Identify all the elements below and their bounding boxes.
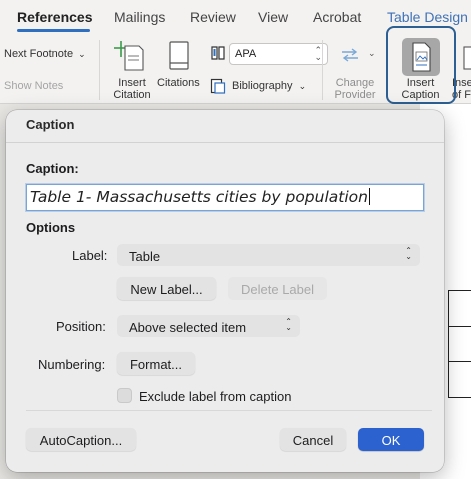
next-footnote-button[interactable]: Next Footnote ⌄ xyxy=(4,48,86,60)
title-divider xyxy=(6,142,444,143)
bibliography-label: Bibliography xyxy=(232,80,293,92)
next-footnote-label: Next Footnote xyxy=(4,48,74,60)
tab-acrobat[interactable]: Acrobat xyxy=(313,9,361,25)
bibliography-icon[interactable] xyxy=(210,78,226,94)
tab-view[interactable]: View xyxy=(258,9,288,25)
caption-input[interactable]: Table 1- Massachusetts cities by populat… xyxy=(26,184,424,211)
chevron-down-icon: ⌄ xyxy=(298,81,307,91)
insert-table-of-figures-icon[interactable] xyxy=(463,46,471,70)
table-border xyxy=(448,326,471,327)
position-select-value: Above selected item xyxy=(129,320,247,335)
citation-style-value: APA xyxy=(235,48,257,60)
cancel-button[interactable]: Cancel xyxy=(280,428,346,451)
ok-button[interactable]: OK xyxy=(358,428,424,451)
updown-chevron-icon: ⌃ ⌄ xyxy=(314,45,322,62)
manage-sources-icon[interactable] xyxy=(210,45,226,61)
insert-caption-highlight xyxy=(386,26,456,104)
insert-citation-icon[interactable] xyxy=(113,39,147,73)
label-select-value: Table xyxy=(129,249,161,264)
autocaption-button[interactable]: AutoCaption... xyxy=(26,428,136,451)
options-heading: Options xyxy=(26,220,76,235)
position-select[interactable]: Above selected item ⌃ ⌄ xyxy=(117,315,300,337)
text-caret xyxy=(368,188,370,205)
new-label-button[interactable]: New Label... xyxy=(117,277,216,300)
position-field-label: Position: xyxy=(56,319,106,334)
change-provider-label: Change Provider xyxy=(334,77,376,101)
show-notes-button[interactable]: Show Notes xyxy=(4,80,63,92)
format-button[interactable]: Format... xyxy=(117,352,195,375)
label-select[interactable]: Table ⌃ ⌄ xyxy=(117,244,420,266)
chevron-down-icon: ⌄ xyxy=(368,48,376,58)
citations-label: Citations xyxy=(157,77,200,89)
citations-icon[interactable] xyxy=(168,41,190,71)
caption-input-value: Table 1- Massachusetts cities by populat… xyxy=(30,188,368,206)
tab-mailings[interactable]: Mailings xyxy=(114,9,165,25)
dialog-title: Caption xyxy=(26,117,75,132)
footer-divider xyxy=(26,410,432,411)
caption-dialog: Caption Caption: Table 1- Massachusetts … xyxy=(6,110,444,472)
delete-label-button[interactable]: Delete Label xyxy=(228,277,327,300)
table-border xyxy=(448,290,449,398)
exclude-label-text: Exclude label from caption xyxy=(139,389,292,404)
ribbon-divider xyxy=(99,40,100,100)
citation-style-select[interactable]: APA ⌃ ⌄ xyxy=(229,43,328,65)
exclude-label-checkbox[interactable] xyxy=(117,388,132,403)
caption-label: Caption: xyxy=(26,161,79,176)
active-tab-indicator xyxy=(17,29,90,32)
insert-citation-label: Insert Citation xyxy=(113,77,151,101)
tab-references[interactable]: References xyxy=(17,9,93,25)
numbering-field-label: Numbering: xyxy=(38,357,106,372)
chevron-down-icon: ⌄ xyxy=(78,49,86,59)
change-provider-icon[interactable] xyxy=(340,48,360,62)
ribbon-divider xyxy=(322,40,323,100)
tab-review[interactable]: Review xyxy=(190,9,236,25)
table-border xyxy=(448,290,471,291)
tab-table-design[interactable]: Table Design xyxy=(387,9,468,25)
table-border xyxy=(448,361,471,362)
updown-chevron-icon: ⌃ ⌄ xyxy=(285,317,292,332)
bibliography-button[interactable]: Bibliography ⌄ xyxy=(232,80,306,92)
updown-chevron-icon: ⌃ ⌄ xyxy=(405,246,412,261)
label-field-label: Label: xyxy=(72,248,108,263)
table-border xyxy=(448,397,471,398)
